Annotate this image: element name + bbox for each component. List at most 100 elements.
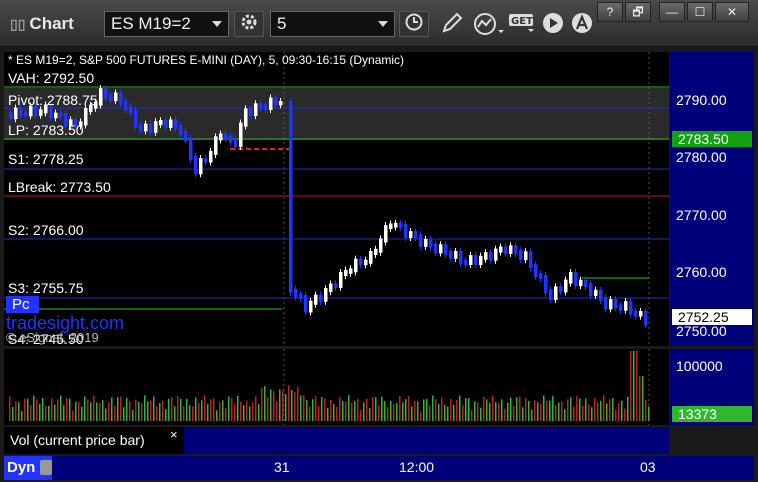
volume-bar xyxy=(441,397,443,421)
volume-bar xyxy=(609,399,611,421)
volume-bar xyxy=(54,404,56,421)
candle xyxy=(379,238,383,253)
grip-icon[interactable]: ▯▯ xyxy=(10,16,25,32)
volume-bar xyxy=(648,406,650,421)
volume-bar xyxy=(168,398,170,421)
study-icon[interactable] xyxy=(472,10,506,38)
restore-button[interactable]: 🗗 xyxy=(625,2,651,22)
volume-bar xyxy=(81,406,83,421)
clock-icon[interactable] xyxy=(399,11,429,37)
volume-bar xyxy=(402,402,404,421)
volume-axis[interactable]: 100000 13373 xyxy=(670,349,754,425)
volume-bar xyxy=(414,400,416,421)
svg-text:GET: GET xyxy=(511,16,533,27)
candle xyxy=(264,104,268,111)
candle xyxy=(234,138,238,148)
level-vah: VAH: 2792.50 xyxy=(8,70,95,86)
candle xyxy=(229,135,233,143)
volume-bar xyxy=(432,395,434,421)
candle xyxy=(424,238,428,247)
pencil-icon[interactable] xyxy=(440,11,468,37)
symbol-combo[interactable]: ES M19=2 xyxy=(104,11,229,37)
help-button[interactable]: ? xyxy=(597,2,623,22)
volume-bar xyxy=(210,399,212,421)
volume-bar xyxy=(360,409,362,421)
maximize-button[interactable]: ☐ xyxy=(687,2,713,22)
gear-icon[interactable] xyxy=(234,11,264,37)
close-button[interactable]: ✕ xyxy=(715,2,749,22)
candle xyxy=(249,108,253,117)
volume-bar xyxy=(558,402,560,421)
candle xyxy=(539,273,543,280)
volume-pane[interactable] xyxy=(4,349,669,425)
interval-combo[interactable]: 5 xyxy=(270,11,395,37)
volume-bar xyxy=(444,404,446,421)
candle xyxy=(309,300,313,313)
volume-bar xyxy=(69,398,71,421)
volume-bar xyxy=(186,398,188,421)
candle xyxy=(614,299,618,309)
time-axis[interactable]: Dyn 31 12:00 03 xyxy=(4,456,754,480)
volume-bar xyxy=(312,399,314,421)
volume-bar xyxy=(180,398,182,421)
volume-bar xyxy=(549,400,551,421)
candle xyxy=(339,271,343,288)
volume-bar xyxy=(423,399,425,421)
candle xyxy=(389,223,393,230)
volume-bar xyxy=(129,401,131,421)
volume-bar xyxy=(327,408,329,421)
candle xyxy=(454,251,458,259)
volume-bar xyxy=(222,400,224,421)
volume-bar xyxy=(264,386,266,421)
candle xyxy=(54,112,58,119)
minimize-button[interactable]: — xyxy=(659,2,685,22)
volume-bar xyxy=(501,399,503,421)
volume-bar xyxy=(93,395,95,421)
candle xyxy=(114,92,118,102)
volume-bar xyxy=(39,403,41,421)
candle xyxy=(564,279,568,293)
volume-bar xyxy=(201,400,203,421)
price-pane[interactable]: * ES M19=2, S&P 500 FUTURES E-MINI (DAY)… xyxy=(4,52,669,346)
candle xyxy=(209,150,213,163)
candle xyxy=(599,289,603,301)
candle xyxy=(604,296,608,310)
volume-bar xyxy=(111,397,113,421)
price-axis[interactable]: 2790.00 2783.50 2780.00 2770.00 2760.00 … xyxy=(670,52,754,346)
volume-bar xyxy=(453,404,455,421)
play-icon[interactable] xyxy=(541,11,567,37)
volume-bar xyxy=(276,401,278,421)
volume-bar xyxy=(633,351,635,421)
a-icon[interactable] xyxy=(570,11,596,37)
candle xyxy=(474,255,478,265)
volume-bar xyxy=(630,351,632,421)
volume-bar xyxy=(348,395,350,421)
volume-bar xyxy=(642,376,644,421)
candle xyxy=(269,97,273,111)
volume-bar xyxy=(387,407,389,421)
close-icon[interactable]: × xyxy=(170,427,178,442)
volume-bar xyxy=(255,396,257,421)
dyn-button[interactable]: Dyn xyxy=(4,456,52,480)
chart-title: ▯▯ Chart xyxy=(10,14,74,33)
get-icon[interactable]: GET xyxy=(508,12,538,36)
candle xyxy=(634,310,638,317)
candle xyxy=(39,109,43,116)
volume-bar xyxy=(546,401,548,421)
volume-bar xyxy=(405,399,407,421)
candle xyxy=(429,238,433,248)
candle xyxy=(609,299,613,310)
volume-bar xyxy=(108,401,110,421)
candle xyxy=(394,222,398,228)
volume-bar xyxy=(75,401,77,421)
candle xyxy=(214,136,218,155)
candle xyxy=(289,100,293,293)
volume-bar xyxy=(51,398,53,421)
volume-bar xyxy=(438,403,440,421)
volume-bar xyxy=(399,395,401,421)
volume-bar xyxy=(510,397,512,421)
candle xyxy=(19,107,23,117)
candle xyxy=(594,289,598,296)
volume-bar xyxy=(132,409,134,421)
candle xyxy=(319,294,323,302)
